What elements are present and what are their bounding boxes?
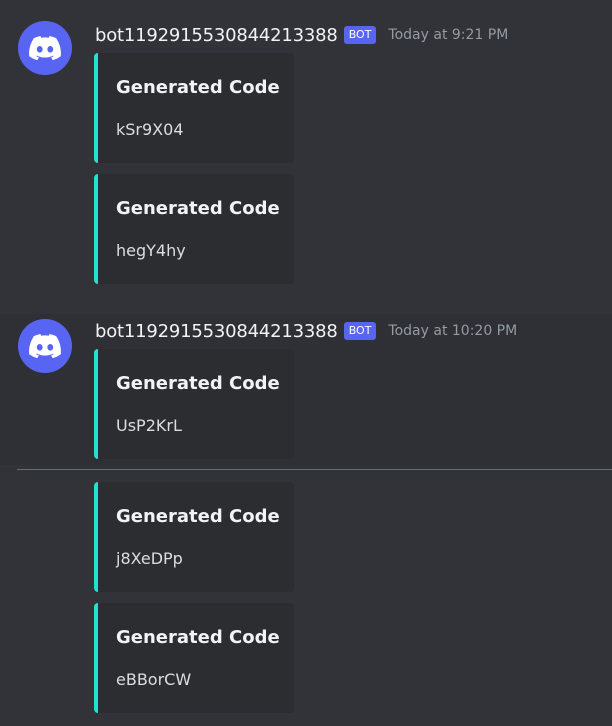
embed-description: eBBorCW <box>116 670 192 689</box>
username[interactable]: bot1192915530844213388 <box>95 321 338 342</box>
embed: Generated Code hegY4hy <box>94 174 294 284</box>
embed: Generated Code kSr9X04 <box>94 53 294 163</box>
embed-title: Generated Code <box>116 627 280 648</box>
embed-title: Generated Code <box>116 373 280 394</box>
timestamp[interactable]: Today at 9:21 PM <box>388 27 508 43</box>
embed-description: j8XeDPp <box>116 549 183 568</box>
discord-logo-icon <box>29 334 61 358</box>
bot-tag: BOT <box>343 26 377 44</box>
new-messages-divider <box>17 469 612 470</box>
embed-description: hegY4hy <box>116 241 186 260</box>
embed: Generated Code j8XeDPp <box>94 482 294 592</box>
embed-description: kSr9X04 <box>116 120 184 139</box>
discord-logo-icon <box>29 36 61 60</box>
timestamp[interactable]: Today at 10:20 PM <box>388 323 517 339</box>
embed-title: Generated Code <box>116 506 280 527</box>
avatar[interactable] <box>18 21 72 75</box>
embed-title: Generated Code <box>116 77 280 98</box>
message-header: bot1192915530844213388 BOT Today at 9:21… <box>95 23 508 47</box>
avatar[interactable] <box>18 319 72 373</box>
message-group: bot1192915530844213388 BOT Today at 10:2… <box>0 314 612 465</box>
embed: Generated Code UsP2KrL <box>94 349 294 459</box>
bot-tag: BOT <box>343 322 377 340</box>
message-header: bot1192915530844213388 BOT Today at 10:2… <box>95 319 517 343</box>
chat-message-list: bot1192915530844213388 BOT Today at 9:21… <box>0 0 612 726</box>
embed-description: UsP2KrL <box>116 416 182 435</box>
embed-title: Generated Code <box>116 198 280 219</box>
embed: Generated Code eBBorCW <box>94 603 294 713</box>
message-group: bot1192915530844213388 BOT Today at 9:21… <box>0 0 612 300</box>
username[interactable]: bot1192915530844213388 <box>95 25 338 46</box>
